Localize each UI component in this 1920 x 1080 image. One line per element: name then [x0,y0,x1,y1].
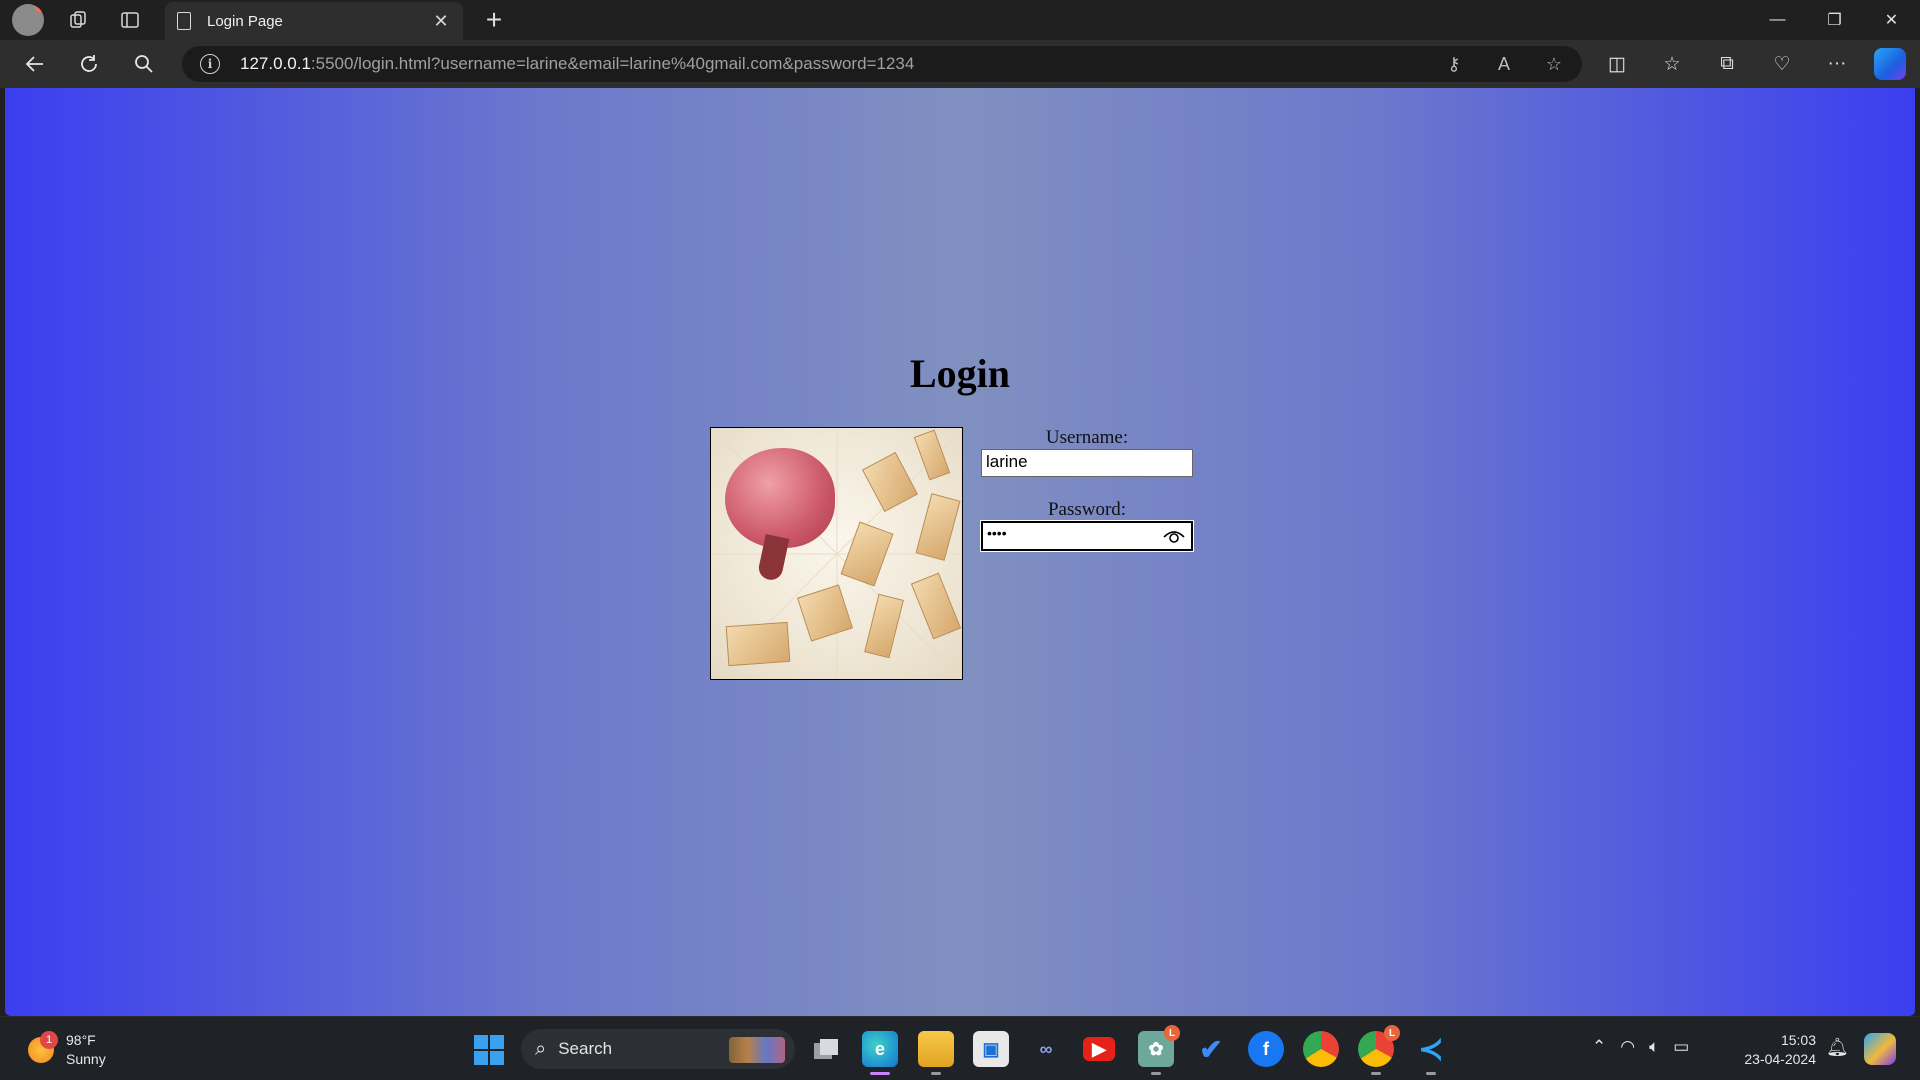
favorites-icon[interactable]: ☆ [1655,48,1689,80]
browser-essentials-icon[interactable]: ♡ [1765,48,1799,80]
username-input[interactable]: larine [981,449,1193,477]
chrome-profile-icon[interactable]: L [1358,1025,1400,1075]
password-input[interactable]: •••• [980,520,1194,552]
close-tab-icon[interactable]: ✕ [431,11,451,32]
minimize-button[interactable]: — [1749,0,1806,40]
password-value: •••• [987,525,1007,541]
clock-date: 23-04-2024 [1744,1051,1816,1067]
login-container: Username: larine Password: •••• [710,427,1194,680]
refresh-button[interactable] [72,48,106,80]
url-text[interactable]: 127.0.0.1:5500/login.html?username=larin… [240,54,914,74]
collections-icon[interactable]: ⧉ [1710,48,1744,80]
show-password-icon[interactable] [1163,527,1185,545]
windows-taskbar: 1 98°F Sunny ⌕ Search e ▣ ∞ ▶ ✿ L ✔ f L ≺… [0,1016,1920,1080]
brain-books-image [710,427,963,680]
vscode-icon[interactable]: ≺ [1413,1031,1449,1075]
copilot-icon[interactable] [1874,48,1906,80]
todo-icon[interactable]: ✔ [1193,1031,1229,1067]
show-hidden-icons[interactable]: ⌃ [1592,1037,1606,1057]
start-button[interactable] [474,1035,504,1065]
browser-toolbar: i 127.0.0.1:5500/login.html?username=lar… [0,40,1920,88]
taskbar-search[interactable]: ⌕ Search [521,1029,795,1069]
task-view-icon[interactable] [808,1031,844,1067]
password-label: Password: [1047,499,1127,520]
search-label: Search [558,1039,613,1058]
close-window-button[interactable]: ✕ [1863,0,1920,40]
restore-button[interactable]: ❐ [1806,0,1863,40]
file-explorer-icon[interactable] [918,1031,954,1075]
weather-badge: 1 [40,1031,58,1049]
store-icon[interactable]: ▣ [973,1031,1009,1067]
read-aloud-icon[interactable]: A [1490,50,1518,78]
window-controls: — ❐ ✕ [1749,0,1920,40]
volume-icon[interactable]: 🔈︎ [1649,1037,1659,1057]
weather-temp: 98°F [66,1032,96,1048]
brain-illustration [725,448,835,548]
split-screen-icon[interactable]: ◫ [1600,48,1634,80]
tab-title: Login Page [207,12,283,30]
login-form: Username: larine Password: •••• [980,427,1194,680]
youtube-icon[interactable]: ▶ [1083,1037,1115,1061]
system-tray: ⌃ ◠ 🔈︎ ▭ [1592,1037,1689,1057]
workspaces-icon[interactable] [64,6,92,34]
profile-avatar[interactable] [12,4,44,36]
battery-icon[interactable]: ▭ [1673,1037,1689,1057]
page-viewport: Login Username: larine Password: •••• [5,88,1915,1016]
back-button[interactable] [18,48,52,80]
new-tab-button[interactable]: + [478,4,510,36]
tab-login-page[interactable]: Login Page ✕ [165,2,463,40]
address-bar[interactable]: i 127.0.0.1:5500/login.html?username=lar… [182,46,1582,82]
clock-time: 15:03 [1780,1032,1816,1048]
search-highlight-image [729,1037,785,1063]
wifi-icon[interactable]: ◠ [1620,1037,1635,1057]
sun-icon: 1 [28,1031,58,1063]
search-icon: ⌕ [535,1037,547,1060]
browser-title-bar: Login Page ✕ + — ❐ ✕ [0,0,1920,40]
chrome-icon[interactable] [1303,1031,1339,1067]
password-key-icon[interactable]: ⚷ [1440,50,1468,78]
copilot-taskbar-icon[interactable] [1864,1033,1896,1065]
edge-icon[interactable]: e [862,1031,898,1075]
tab-actions-icon[interactable] [116,6,144,34]
weather-desc: Sunny [66,1051,106,1067]
page-icon [177,12,191,30]
clock[interactable]: 15:03 23-04-2024 [1734,1031,1816,1069]
facebook-icon[interactable]: f [1248,1031,1284,1067]
site-info-icon[interactable]: i [200,54,220,74]
infinity-app-icon[interactable]: ∞ [1028,1031,1064,1067]
more-options-icon[interactable]: ··· [1820,48,1854,80]
notification-bell-icon[interactable]: 🔔︎ [1826,1037,1849,1058]
chatgpt-icon[interactable]: ✿ L [1138,1025,1180,1075]
username-label: Username: [1045,427,1129,448]
weather-widget[interactable]: 1 98°F Sunny [28,1031,106,1069]
page-title: Login [909,351,1011,396]
search-icon[interactable] [127,48,161,80]
favorite-star-icon[interactable]: ☆ [1540,50,1568,78]
